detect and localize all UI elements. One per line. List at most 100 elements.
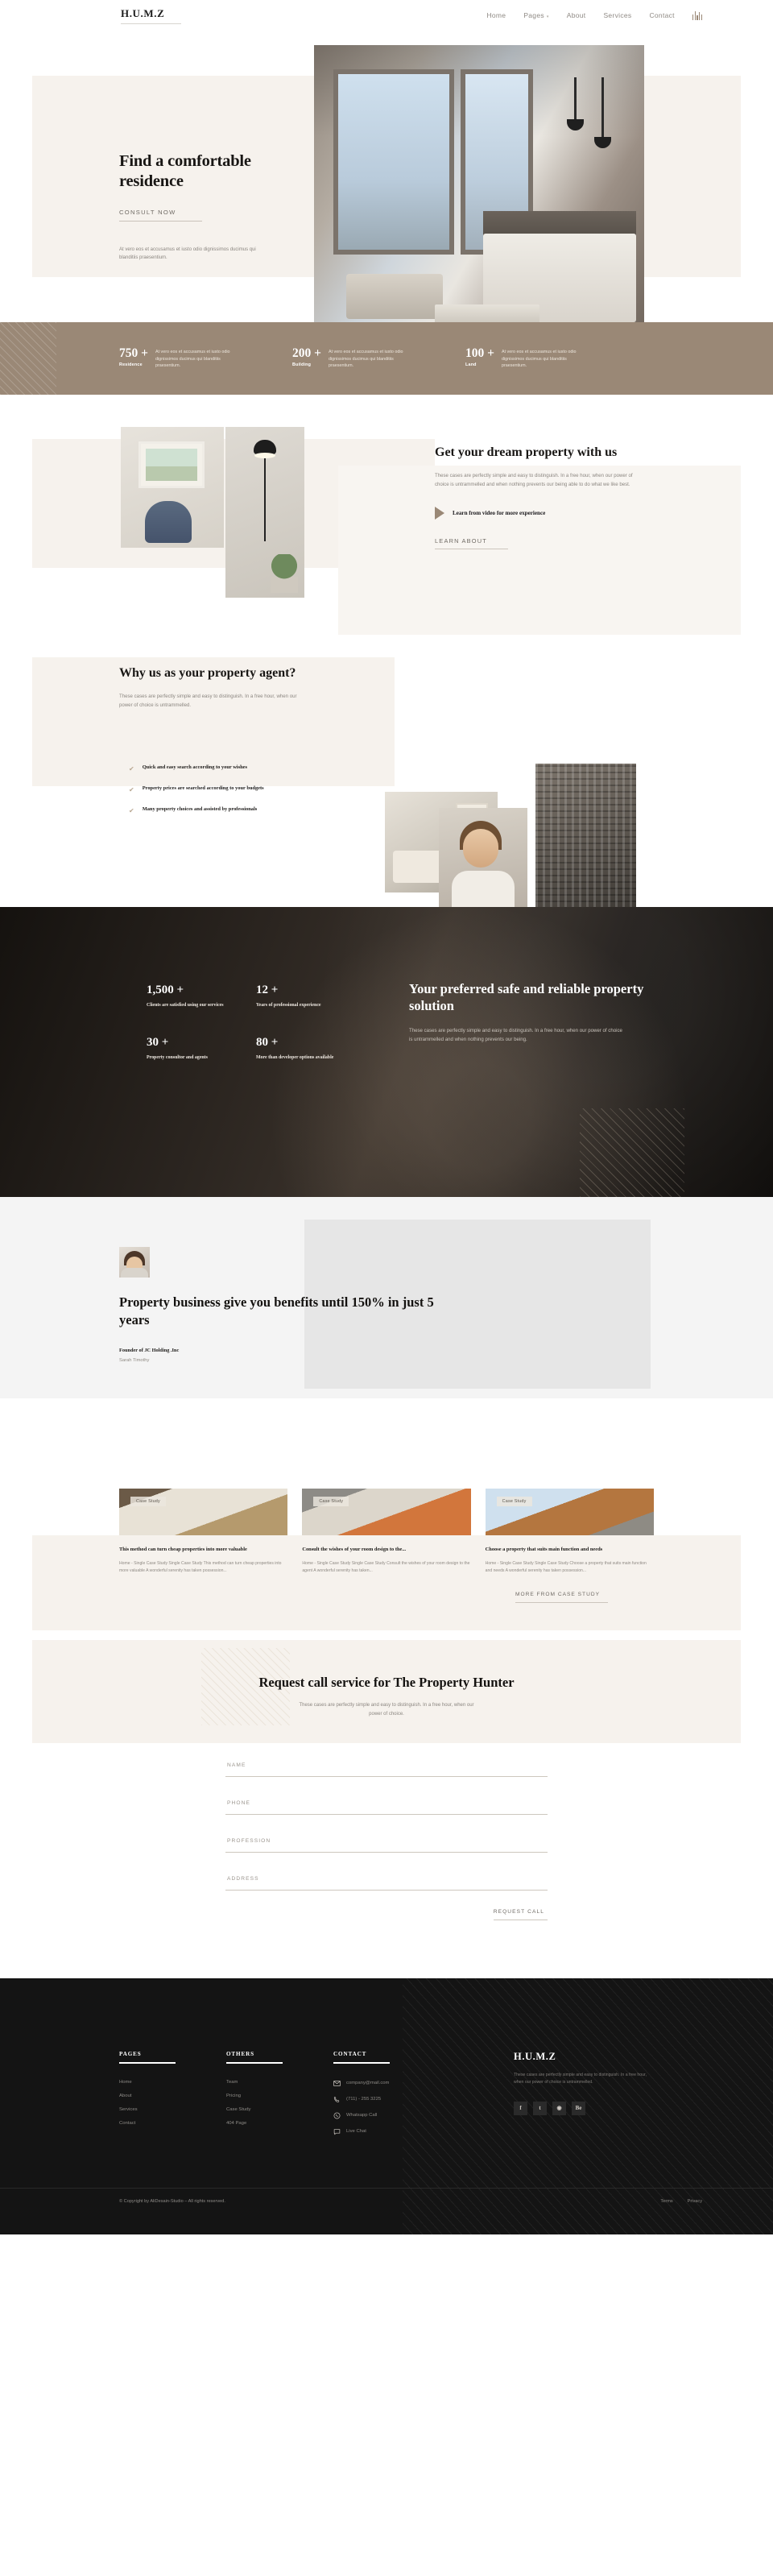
address-input[interactable] bbox=[227, 1876, 548, 1882]
list-item: ✔ Many property choices and assisted by … bbox=[129, 806, 310, 814]
dark-stats-grid: 1,500 + Clients are satisfied using our … bbox=[147, 984, 348, 1089]
footer-link-privacy[interactable]: Privacy bbox=[688, 2199, 702, 2204]
site-logo[interactable]: H.U.M.Z bbox=[121, 7, 181, 24]
why-image-building bbox=[535, 764, 636, 909]
nav-item-contact[interactable]: Contact bbox=[649, 11, 674, 19]
why-item-label: Property prices are searched according t… bbox=[142, 785, 264, 791]
dream-paragraph: These cases are perfectly simple and eas… bbox=[435, 472, 633, 487]
stat-number: 200 + bbox=[292, 346, 321, 360]
stat-land: 100 + Land At vero eos et accusamus et i… bbox=[465, 347, 639, 371]
play-icon[interactable] bbox=[435, 507, 444, 520]
request-form: REQUEST CALL bbox=[225, 1756, 548, 1921]
why-us-section: Why us as your property agent? These cas… bbox=[0, 651, 773, 921]
social-links: f t ◉ Be bbox=[514, 2101, 667, 2115]
dream-image-chair bbox=[121, 427, 224, 548]
footer-link-404[interactable]: 404 Page bbox=[226, 2121, 333, 2126]
case-study-title: Choose a property that suits main functi… bbox=[485, 1547, 603, 1552]
footer-heading: OTHERS bbox=[226, 2051, 254, 2057]
stat-label: Property consultor and agents bbox=[147, 1054, 208, 1060]
nav-item-home[interactable]: Home bbox=[486, 11, 506, 19]
footer-link-home[interactable]: Home bbox=[119, 2080, 226, 2085]
profession-input[interactable] bbox=[227, 1838, 548, 1845]
request-title: Request call service for The Property Hu… bbox=[258, 1675, 515, 1690]
nav-item-services[interactable]: Services bbox=[603, 11, 631, 19]
main-navigation: Home Pages About Services Contact bbox=[486, 10, 702, 20]
stat-label: Land bbox=[465, 362, 477, 368]
footer-link-about[interactable]: About bbox=[119, 2094, 226, 2098]
why-copy: Why us as your property agent? These cas… bbox=[119, 665, 304, 710]
chat-icon bbox=[333, 2128, 341, 2135]
hero-interior-image bbox=[314, 45, 644, 350]
stat-label: Years of professional experience bbox=[256, 1003, 321, 1008]
footer-link-pricing[interactable]: Pricing bbox=[226, 2094, 333, 2098]
status-badge: Case Study bbox=[313, 1497, 349, 1506]
dark-paragraph: These cases are perfectly simple and eas… bbox=[409, 1027, 622, 1042]
consult-now-button[interactable]: CONSULT NOW bbox=[119, 209, 202, 222]
case-study-body: Home - Single Case Study Single Case Stu… bbox=[119, 1560, 282, 1573]
why-benefit-list: ✔ Quick and easy search according to you… bbox=[129, 764, 310, 826]
footer-link-team[interactable]: Team bbox=[226, 2080, 333, 2085]
phone-input[interactable] bbox=[227, 1800, 548, 1807]
stripes-decoration bbox=[0, 322, 56, 395]
case-study-card[interactable]: Case Study This method can turn cheap pr… bbox=[119, 1489, 288, 1574]
envelope-icon bbox=[333, 2080, 341, 2086]
dark-stat-clients: 1,500 + Clients are satisfied using our … bbox=[147, 984, 234, 1009]
case-study-thumbnail: Case Study bbox=[302, 1489, 471, 1535]
name-input[interactable] bbox=[227, 1762, 548, 1769]
nav-item-about[interactable]: About bbox=[567, 11, 586, 19]
stat-number: 30 + bbox=[147, 1035, 169, 1049]
behance-icon[interactable]: Be bbox=[572, 2101, 585, 2115]
instagram-icon[interactable]: ◉ bbox=[552, 2101, 566, 2115]
nav-item-pages[interactable]: Pages bbox=[523, 11, 548, 19]
field-name[interactable] bbox=[225, 1756, 548, 1778]
status-badge: Case Study bbox=[496, 1497, 532, 1506]
list-item: ✔ Property prices are searched according… bbox=[129, 785, 310, 793]
case-study-card[interactable]: Case Study Choose a property that suits … bbox=[485, 1489, 654, 1574]
divider bbox=[226, 2062, 283, 2064]
request-call-section: Request call service for The Property Hu… bbox=[0, 1640, 773, 1978]
stat-number: 12 + bbox=[256, 984, 279, 996]
facebook-icon[interactable]: f bbox=[514, 2101, 527, 2115]
field-phone[interactable] bbox=[225, 1794, 548, 1816]
footer-link-contact[interactable]: Contact bbox=[119, 2121, 226, 2126]
case-study-section: Case Study This method can turn cheap pr… bbox=[0, 1447, 773, 1640]
hero-copy: Find a comfortable residence CONSULT NOW… bbox=[119, 151, 304, 263]
dream-title: Get your dream property with us bbox=[435, 445, 618, 459]
dark-stat-consultors: 30 + Property consultor and agents bbox=[147, 1035, 234, 1062]
field-address[interactable] bbox=[225, 1870, 548, 1891]
video-link[interactable]: Learn from video for more experience bbox=[435, 507, 636, 520]
footer-bottom-bar: © Copyright by AliDesain-Studio – All ri… bbox=[0, 2187, 773, 2214]
hero-paragraph: At vero eos et accusamus et iusto odio d… bbox=[119, 246, 256, 261]
request-call-button[interactable]: REQUEST CALL bbox=[493, 1909, 548, 1921]
contact-whatsapp[interactable]: Whatsapp Call bbox=[333, 2112, 478, 2119]
stripes-decoration bbox=[580, 1108, 684, 1197]
why-image-agent bbox=[439, 808, 527, 921]
field-profession[interactable] bbox=[225, 1832, 548, 1853]
contact-livechat[interactable]: Live Chat bbox=[333, 2128, 478, 2135]
contact-whatsapp-text: Whatsapp Call bbox=[346, 2113, 378, 2118]
request-paragraph: These cases are perfectly simple and eas… bbox=[299, 1703, 474, 1717]
footer-brand-text: These cases are perfectly simple and eas… bbox=[514, 2073, 647, 2085]
dark-title: Your preferred safe and reliable propert… bbox=[409, 981, 644, 1013]
contact-phone[interactable]: (711) - 255 3225 bbox=[333, 2096, 478, 2103]
footer-link-case-study[interactable]: Case Study bbox=[226, 2107, 333, 2112]
whatsapp-icon bbox=[333, 2112, 341, 2119]
stat-desc: At vero eos et accusamus et iusto odio d… bbox=[501, 349, 577, 369]
hero-title: Find a comfortable residence bbox=[119, 152, 251, 191]
footer-link-terms[interactable]: Terms bbox=[660, 2199, 672, 2204]
stat-label: More than developer options available bbox=[256, 1054, 334, 1060]
footer-logo[interactable]: H.U.M.Z bbox=[514, 2051, 667, 2063]
case-study-card[interactable]: Case Study Consult the wishes of your ro… bbox=[302, 1489, 471, 1574]
stat-number: 80 + bbox=[256, 1035, 279, 1049]
testimonial-role: Founder of JC Holding .Inc bbox=[119, 1347, 180, 1353]
video-label: Learn from video for more experience bbox=[453, 510, 546, 517]
more-case-study-button[interactable]: MORE FROM CASE STUDY bbox=[515, 1592, 608, 1604]
stat-label: Clients are satisfied using our services bbox=[147, 1003, 224, 1008]
copyright: © Copyright by AliDesain-Studio – All ri… bbox=[119, 2198, 225, 2204]
twitter-icon[interactable]: t bbox=[533, 2101, 547, 2115]
learn-about-button[interactable]: LEARN ABOUT bbox=[435, 537, 508, 550]
footer-link-services[interactable]: Services bbox=[119, 2107, 226, 2112]
phone-icon bbox=[333, 2096, 340, 2102]
equalizer-menu-icon[interactable] bbox=[692, 10, 702, 20]
contact-email[interactable]: company@mail.com bbox=[333, 2080, 478, 2087]
